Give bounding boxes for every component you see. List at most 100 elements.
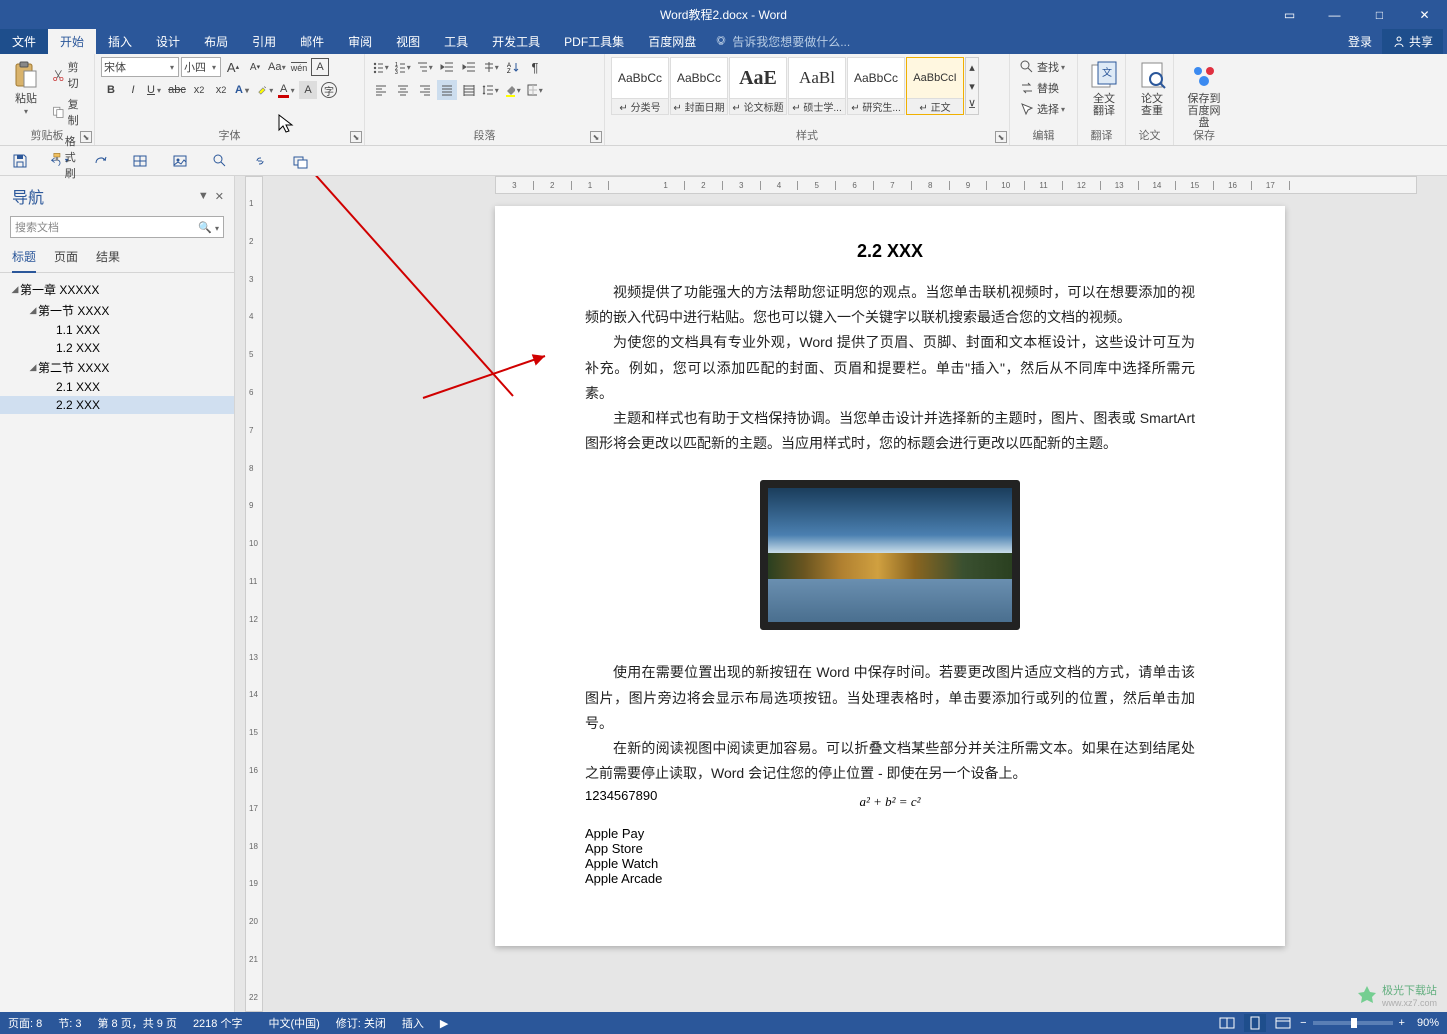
tab-developer[interactable]: 开发工具	[480, 29, 552, 54]
doc-image[interactable]	[760, 480, 1020, 630]
multilevel-list-button[interactable]: ▾	[415, 57, 435, 77]
translate-button[interactable]: 文全文 翻译	[1084, 57, 1124, 119]
styles-more-button[interactable]: ⊻	[966, 95, 978, 114]
sign-in-button[interactable]: 登录	[1338, 33, 1382, 50]
view-web-layout[interactable]	[1272, 1014, 1294, 1032]
nav-pane-close[interactable]: ✕	[215, 190, 224, 203]
tab-mailings[interactable]: 邮件	[288, 29, 336, 54]
styles-down-button[interactable]: ▾	[966, 77, 978, 96]
nav-pane-dropdown[interactable]: ▼	[198, 190, 209, 203]
styles-gallery[interactable]: AaBbCc↵ 分类号 AaBbCc↵ 封面日期 AaE↵ 论文标题 AaBl↵…	[611, 57, 979, 115]
shading-button[interactable]: ▾	[503, 80, 523, 100]
font-name-combo[interactable]: 宋体▾	[101, 57, 179, 77]
borders-button[interactable]: ▾	[525, 80, 545, 100]
nav-search-input[interactable]: 搜索文档 🔍 ▾	[10, 216, 224, 238]
align-left-button[interactable]	[371, 80, 391, 100]
style-item[interactable]: AaBbCc↵ 分类号	[611, 57, 669, 115]
font-size-combo[interactable]: 小四▾	[181, 57, 221, 77]
strikethrough-button[interactable]: abc	[167, 80, 187, 100]
style-item[interactable]: AaBbCc↵ 封面日期	[670, 57, 728, 115]
bold-button[interactable]: B	[101, 80, 121, 100]
qat-link-icon[interactable]	[250, 151, 270, 171]
view-read-mode[interactable]	[1216, 1014, 1238, 1032]
paper-check-button[interactable]: 论文 查重	[1132, 57, 1172, 119]
nav-heading-item[interactable]: ◢ 第一节 XXXX	[0, 300, 234, 321]
sort-button[interactable]: AZ	[503, 57, 523, 77]
nav-tab-headings[interactable]: 标题	[12, 248, 36, 273]
font-color-button[interactable]: A▾	[277, 80, 297, 100]
show-marks-button[interactable]: ¶	[525, 57, 545, 77]
styles-dialog-launcher[interactable]: ⬊	[995, 131, 1007, 143]
nav-heading-item[interactable]: 2.1 XXX	[0, 378, 234, 396]
vertical-ruler[interactable]: 1234567891011121314151617181920212223242…	[245, 176, 263, 1012]
zoom-out-button[interactable]: −	[1300, 1017, 1306, 1029]
status-insert-mode[interactable]: 插入	[402, 1015, 424, 1031]
nav-tab-results[interactable]: 结果	[96, 248, 120, 272]
decrease-indent-button[interactable]	[437, 57, 457, 77]
status-word-count[interactable]: 2218 个字	[193, 1015, 243, 1031]
line-spacing-button[interactable]: ▾	[481, 80, 501, 100]
copy-button[interactable]: 复制	[49, 94, 88, 130]
qat-redo-icon[interactable]	[90, 151, 110, 171]
style-item[interactable]: AaE↵ 论文标题	[729, 57, 787, 115]
save-baidu-button[interactable]: 保存到 百度网盘	[1180, 57, 1228, 131]
tab-baidu[interactable]: 百度网盘	[636, 29, 708, 54]
clipboard-dialog-launcher[interactable]: ⬊	[80, 131, 92, 143]
horizontal-ruler[interactable]: 3211234567891011121314151617	[495, 176, 1417, 194]
nav-heading-item[interactable]: ◢ 第二节 XXXX	[0, 357, 234, 378]
italic-button[interactable]: I	[123, 80, 143, 100]
maximize-button[interactable]: □	[1357, 0, 1402, 29]
tab-home[interactable]: 开始	[48, 29, 96, 54]
tab-tools[interactable]: 工具	[432, 29, 480, 54]
numbering-button[interactable]: 123▾	[393, 57, 413, 77]
nav-heading-item[interactable]: 1.2 XXX	[0, 339, 234, 357]
character-shading-button[interactable]: A	[299, 81, 317, 99]
highlight-button[interactable]: ▾	[255, 80, 275, 100]
qat-screenshot-icon[interactable]	[290, 151, 310, 171]
style-item[interactable]: AaBl↵ 硕士学...	[788, 57, 846, 115]
cut-button[interactable]: 剪切	[49, 57, 88, 93]
paragraph-dialog-launcher[interactable]: ⬊	[590, 131, 602, 143]
paste-button[interactable]: 粘贴▾	[6, 57, 46, 120]
zoom-level[interactable]: 90%	[1417, 1017, 1439, 1029]
document-page[interactable]: 2.2 XXX 视频提供了功能强大的方法帮助您证明您的观点。当您单击联机视频时，…	[495, 206, 1285, 946]
justify-button[interactable]	[437, 80, 457, 100]
tab-view[interactable]: 视图	[384, 29, 432, 54]
qat-find-icon[interactable]	[210, 151, 230, 171]
status-track-changes[interactable]: 修订: 关闭	[336, 1015, 386, 1031]
status-page-of[interactable]: 第 8 页，共 9 页	[97, 1015, 176, 1031]
distributed-button[interactable]	[459, 80, 479, 100]
enclose-characters-button[interactable]: 字	[319, 80, 339, 100]
ribbon-display-options[interactable]: ▭	[1267, 0, 1312, 29]
tab-review[interactable]: 审阅	[336, 29, 384, 54]
text-effects-button[interactable]: A▾	[233, 80, 253, 100]
character-border-button[interactable]: A	[311, 58, 329, 76]
tab-insert[interactable]: 插入	[96, 29, 144, 54]
align-center-button[interactable]	[393, 80, 413, 100]
subscript-button[interactable]: x2	[189, 80, 209, 100]
status-language[interactable]: 中文(中国)	[268, 1015, 319, 1031]
shrink-font-button[interactable]: A▾	[245, 57, 265, 77]
change-case-button[interactable]: Aa▾	[267, 57, 287, 77]
align-right-button[interactable]	[415, 80, 435, 100]
tab-pdf-tools[interactable]: PDF工具集	[552, 29, 636, 54]
nav-tab-pages[interactable]: 页面	[54, 248, 78, 272]
superscript-button[interactable]: x2	[211, 80, 231, 100]
bullets-button[interactable]: ▾	[371, 57, 391, 77]
select-button[interactable]: 选择▾	[1016, 99, 1070, 119]
tab-layout[interactable]: 布局	[192, 29, 240, 54]
tab-file[interactable]: 文件	[0, 29, 48, 54]
find-button[interactable]: 查找▾	[1016, 57, 1070, 77]
zoom-in-button[interactable]: +	[1399, 1017, 1405, 1029]
status-section[interactable]: 节: 3	[58, 1015, 81, 1031]
zoom-slider[interactable]	[1313, 1021, 1393, 1025]
increase-indent-button[interactable]	[459, 57, 479, 77]
nav-heading-item[interactable]: 2.2 XXX	[0, 396, 234, 414]
grow-font-button[interactable]: A▴	[223, 57, 243, 77]
nav-heading-item[interactable]: 1.1 XXX	[0, 321, 234, 339]
tell-me-box[interactable]: 告诉我您想要做什么...	[708, 29, 850, 54]
share-button[interactable]: 共享	[1382, 29, 1443, 54]
minimize-button[interactable]: —	[1312, 0, 1357, 29]
qat-table-icon[interactable]	[130, 151, 150, 171]
font-dialog-launcher[interactable]: ⬊	[350, 131, 362, 143]
